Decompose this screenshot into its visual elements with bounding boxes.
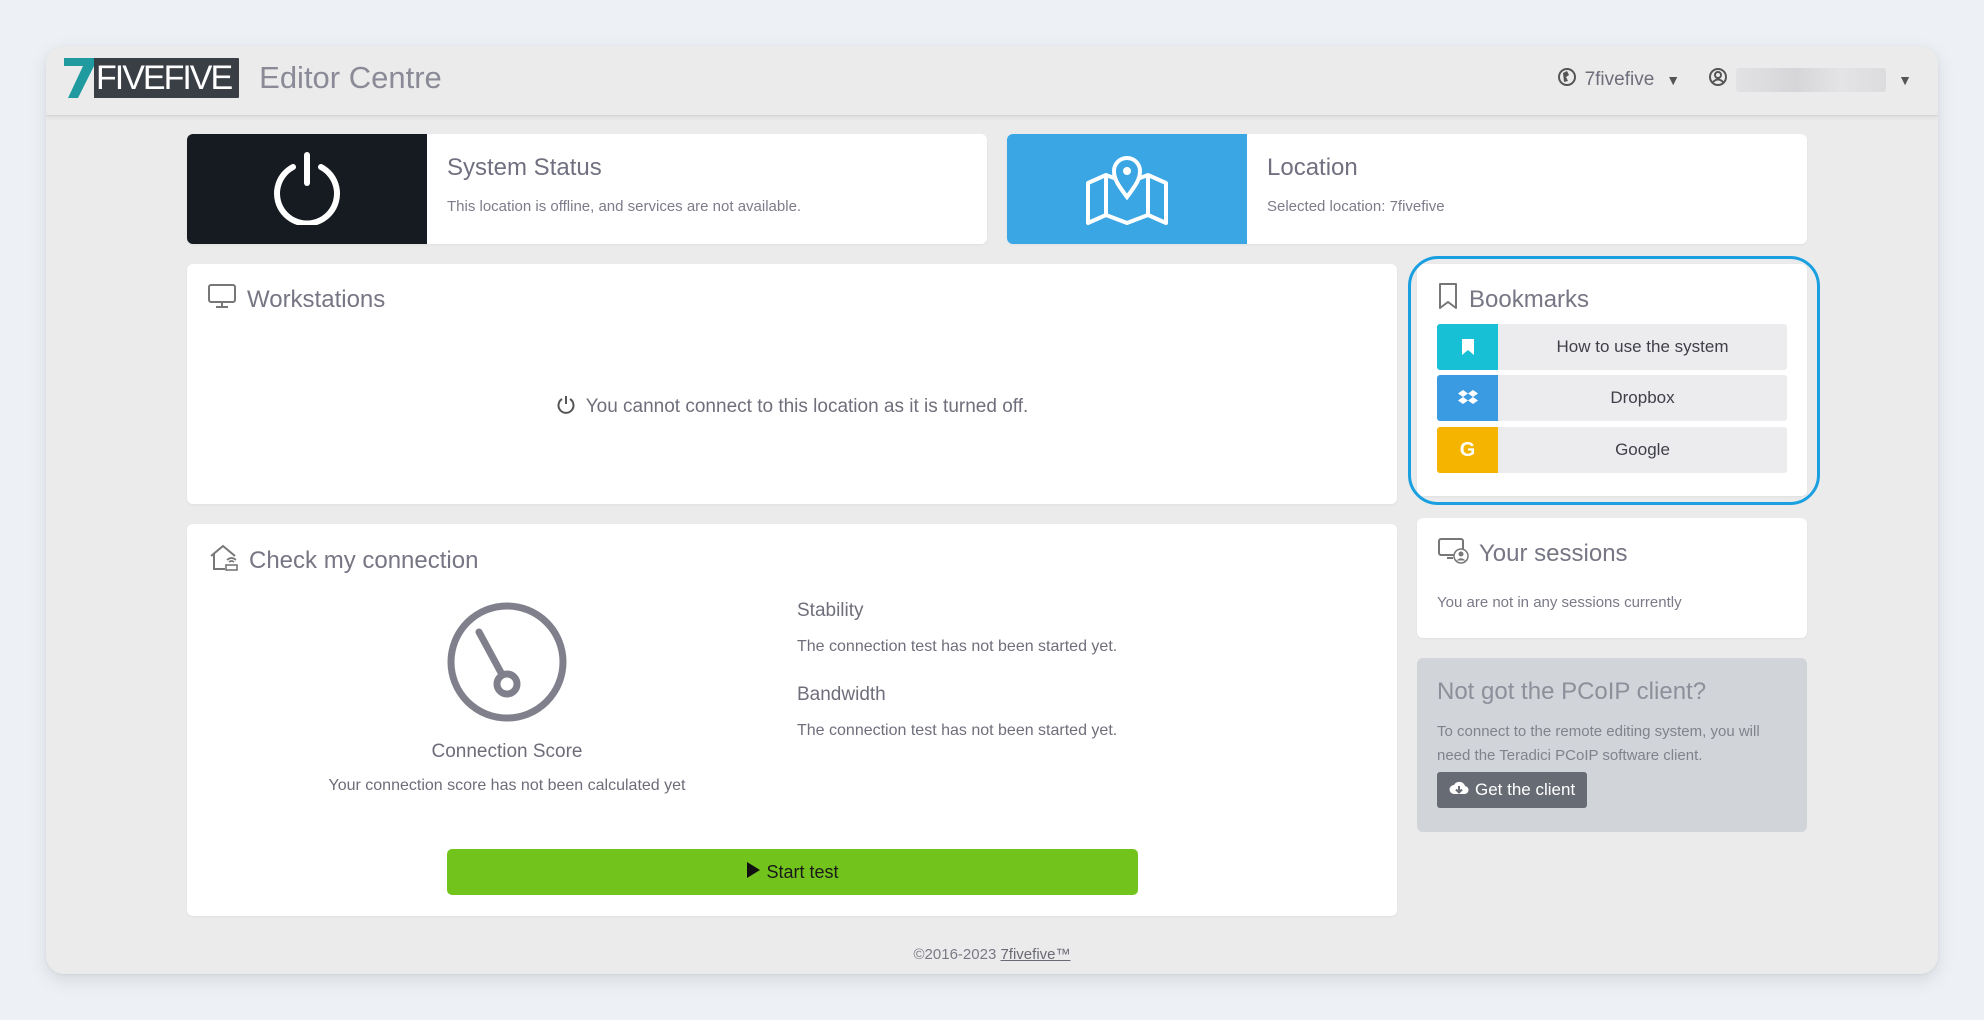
system-status-icon-block	[187, 134, 427, 244]
bookmark-icon	[1437, 324, 1498, 370]
location-selected: Selected location: 7fivefive	[1267, 198, 1445, 215]
get-client-label: Get the client	[1475, 780, 1576, 799]
bandwidth-title: Bandwidth	[797, 684, 886, 705]
user-icon	[1708, 67, 1728, 93]
connection-title: Check my connection	[249, 546, 479, 574]
bookmark-how-to-use[interactable]: How to use the system	[1437, 324, 1787, 370]
sessions-header: Your sessions	[1437, 536, 1628, 571]
brand[interactable]: FIVEFIVE Editor Centre	[64, 58, 442, 98]
topbar-right: 7fivefive ▼ ▼	[1557, 64, 1912, 96]
footer: ©2016-2023 7fivefive™	[46, 946, 1938, 963]
bookmarks-card: Bookmarks How to use the system Dropbox …	[1417, 264, 1807, 496]
connection-header: Check my connection	[207, 542, 478, 579]
google-icon: G	[1437, 427, 1498, 473]
bookmarks-header: Bookmarks	[1437, 282, 1589, 317]
monitor-icon	[207, 282, 237, 317]
location-text: Location Selected location: 7fivefive	[1247, 134, 1465, 244]
logo: FIVEFIVE	[64, 58, 240, 98]
get-client-button[interactable]: Get the client	[1437, 772, 1588, 808]
gauge-icon	[445, 600, 569, 729]
workstations-message: You cannot connect to this location as i…	[585, 396, 1029, 417]
system-status-card: System Status This location is offline, …	[187, 134, 987, 244]
sessions-title: Your sessions	[1479, 539, 1628, 567]
app-title: Editor Centre	[259, 60, 442, 95]
org-menu[interactable]: 7fivefive ▼	[1557, 67, 1681, 93]
sessions-icon	[1437, 536, 1469, 571]
start-test-button[interactable]: Start test	[447, 849, 1138, 895]
stability-text: The connection test has not been started…	[797, 638, 1118, 655]
location-title: Location	[1267, 154, 1358, 181]
bandwidth-metric: Bandwidth The connection test has not be…	[797, 684, 1117, 740]
bookmark-label: Google	[1498, 427, 1787, 473]
bookmark-label: Dropbox	[1498, 375, 1787, 421]
workstations-card: Workstations You cannot connect to this …	[187, 264, 1397, 504]
pcoip-text: To connect to the remote editing system,…	[1437, 723, 1760, 764]
bookmark-google[interactable]: G Google	[1437, 427, 1787, 473]
footer-copyright: ©2016-2023	[913, 946, 997, 963]
connection-score-label: Connection Score	[431, 741, 583, 762]
map-icon	[1082, 147, 1172, 232]
bookmark-dropbox[interactable]: Dropbox	[1437, 375, 1787, 421]
bookmark-label: How to use the system	[1498, 324, 1787, 370]
top-navbar: FIVEFIVE Editor Centre 7fivefive ▼ ▼	[46, 46, 1938, 116]
connection-score-block: Connection Score Your connection score h…	[187, 600, 827, 795]
user-menu[interactable]: ▼	[1708, 67, 1912, 93]
location-icon-block	[1007, 134, 1247, 244]
connection-card: Check my connection Connection Score You…	[187, 524, 1397, 916]
bookmarks-title: Bookmarks	[1469, 285, 1590, 313]
workstations-header: Workstations	[207, 282, 385, 317]
chevron-down-icon: ▼	[1898, 72, 1912, 88]
workstations-message-row: You cannot connect to this location as i…	[187, 394, 1397, 420]
workstations-title: Workstations	[247, 285, 386, 313]
home-wifi-icon	[207, 542, 239, 579]
power-icon	[556, 394, 576, 420]
org-name: 7fivefive	[1584, 69, 1655, 90]
connection-score-text: Your connection score has not been calcu…	[328, 777, 686, 794]
logo-text: FIVEFIVE	[96, 59, 233, 97]
dropbox-icon	[1437, 375, 1498, 421]
system-status-message: This location is offline, and services a…	[447, 198, 802, 215]
pcoip-card: Not got the PCoIP client? To connect to …	[1417, 658, 1807, 832]
stability-metric: Stability The connection test has not be…	[797, 600, 1117, 656]
sessions-text: You are not in any sessions currently	[1437, 594, 1682, 611]
footer-link[interactable]: 7fivefive™	[1000, 946, 1070, 963]
org-icon	[1557, 67, 1577, 93]
bookmark-outline-icon	[1437, 282, 1459, 317]
location-card[interactable]: Location Selected location: 7fivefive	[1007, 134, 1807, 244]
system-status-title: System Status	[447, 154, 602, 181]
chevron-down-icon: ▼	[1666, 72, 1681, 88]
sessions-card: Your sessions You are not in any session…	[1417, 518, 1807, 638]
system-status-text: System Status This location is offline, …	[427, 134, 821, 244]
user-name	[1736, 68, 1887, 92]
cloud-download-icon	[1449, 780, 1469, 801]
pcoip-title: Not got the PCoIP client?	[1437, 678, 1707, 705]
logo-seven-mark	[64, 58, 94, 98]
bandwidth-text: The connection test has not been started…	[797, 722, 1118, 739]
stability-title: Stability	[797, 600, 864, 621]
play-icon	[746, 861, 761, 883]
app-window: FIVEFIVE Editor Centre 7fivefive ▼ ▼ Sys…	[46, 46, 1938, 974]
power-icon	[269, 149, 345, 230]
start-test-label: Start test	[766, 861, 839, 882]
